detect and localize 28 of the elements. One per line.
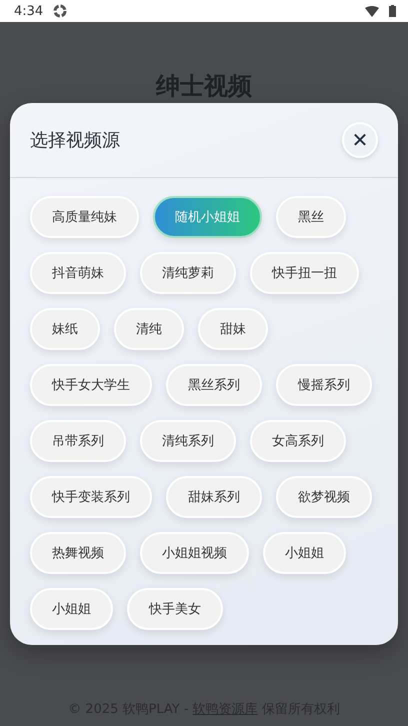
source-chip[interactable]: 清纯系列	[140, 420, 236, 462]
source-chip[interactable]: 小姐姐视频	[140, 532, 249, 574]
source-chip[interactable]: 清纯	[114, 308, 184, 350]
source-chip[interactable]: 高质量纯妹	[30, 196, 139, 238]
sync-icon	[53, 4, 68, 18]
dialog-title: 选择视频源	[30, 129, 120, 152]
source-chip[interactable]: 抖音萌妹	[30, 252, 126, 294]
source-chip[interactable]: 快手扭一扭	[250, 252, 359, 294]
source-chip[interactable]: 小姐姐	[263, 532, 346, 574]
source-chip[interactable]: 甜妹系列	[166, 476, 262, 518]
source-chip[interactable]: 清纯萝莉	[140, 252, 236, 294]
source-chip[interactable]: 甜妹	[198, 308, 268, 350]
source-chip[interactable]: 快手美女	[127, 588, 223, 630]
source-chip[interactable]: 快手女大学生	[30, 364, 152, 406]
wifi-icon	[365, 6, 379, 16]
source-chip[interactable]: 快手变装系列	[30, 476, 152, 518]
source-chip[interactable]: 黑丝	[276, 196, 346, 238]
source-chip[interactable]: 小姐姐	[30, 588, 113, 630]
close-button[interactable]: ✕	[342, 122, 378, 158]
source-chip[interactable]: 黑丝系列	[166, 364, 262, 406]
source-chip[interactable]: 妹纸	[30, 308, 100, 350]
source-chip[interactable]: 女高系列	[250, 420, 346, 462]
status-time: 4:34	[14, 4, 44, 18]
source-chip[interactable]: 吊带系列	[30, 420, 126, 462]
source-chip[interactable]: 热舞视频	[30, 532, 126, 574]
source-chip[interactable]: 欲梦视频	[276, 476, 372, 518]
source-chip[interactable]: 慢摇系列	[276, 364, 372, 406]
battery-icon	[389, 5, 396, 17]
